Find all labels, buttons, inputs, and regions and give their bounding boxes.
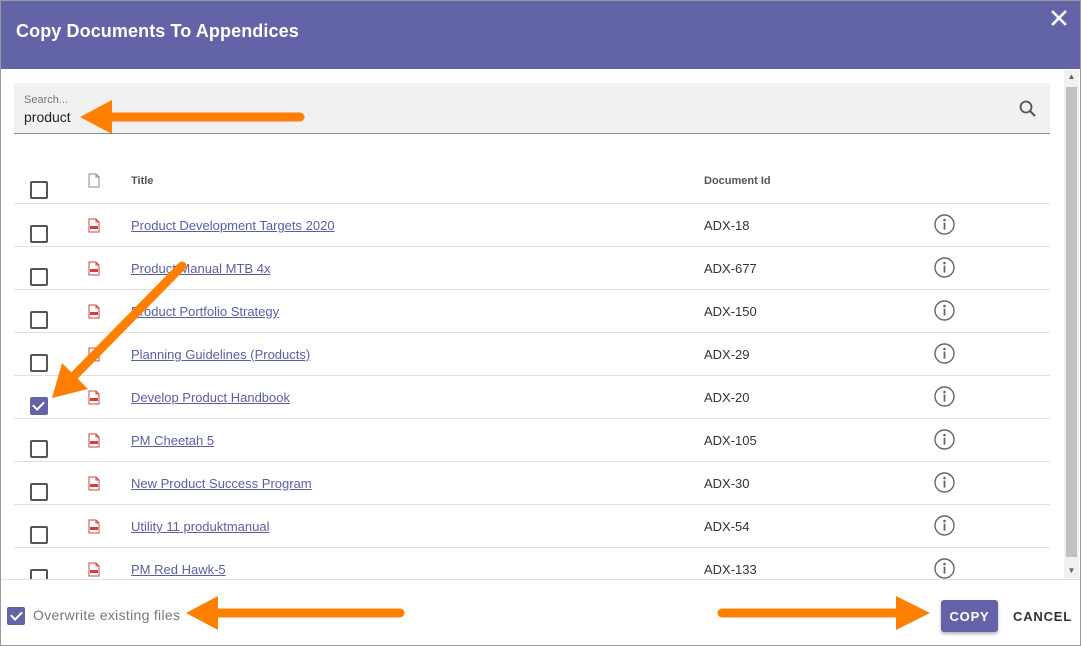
pdf-document-icon: [88, 476, 100, 491]
document-id: ADX-29: [704, 347, 750, 362]
document-title-link[interactable]: PM Red Hawk-5: [131, 562, 226, 577]
pdf-document-icon: [88, 218, 100, 233]
table-row[interactable]: Develop Product Handbook ADX-20: [14, 376, 1050, 419]
overwrite-checkbox[interactable]: [7, 607, 25, 625]
table-row[interactable]: Utility 11 produktmanual ADX-54: [14, 505, 1050, 548]
column-header-title[interactable]: Title: [131, 175, 153, 187]
copy-button[interactable]: COPY: [941, 600, 998, 632]
dialog-title: Copy Documents To Appendices: [16, 21, 299, 41]
search-label: Search...: [24, 94, 69, 106]
info-icon[interactable]: [934, 343, 955, 364]
info-icon[interactable]: [934, 300, 955, 321]
info-icon[interactable]: [934, 386, 955, 407]
document-id: ADX-105: [704, 433, 757, 448]
row-checkbox[interactable]: [30, 397, 48, 415]
search-input[interactable]: product: [24, 109, 71, 125]
document-title-link[interactable]: Product Portfolio Strategy: [131, 304, 279, 319]
info-icon[interactable]: [934, 472, 955, 493]
row-checkbox[interactable]: [30, 526, 48, 544]
document-title-link[interactable]: Develop Product Handbook: [131, 390, 290, 405]
document-id: ADX-18: [704, 218, 750, 233]
overwrite-label[interactable]: Overwrite existing files: [33, 607, 180, 623]
table-row[interactable]: Product Portfolio Strategy ADX-150: [14, 290, 1050, 333]
document-id: ADX-133: [704, 562, 757, 577]
table-row[interactable]: Product Development Targets 2020 ADX-18: [14, 204, 1050, 247]
document-title-link[interactable]: Planning Guidelines (Products): [131, 347, 310, 362]
document-id: ADX-54: [704, 519, 750, 534]
search-icon[interactable]: [1018, 99, 1038, 119]
document-id: ADX-20: [704, 390, 750, 405]
pdf-document-icon: [88, 261, 100, 276]
column-header-document-id[interactable]: Document Id: [704, 175, 771, 187]
pdf-document-icon: [88, 390, 100, 405]
document-id: ADX-30: [704, 476, 750, 491]
info-icon[interactable]: [934, 429, 955, 450]
document-column-icon: [88, 173, 100, 193]
dialog-footer: Overwrite existing files COPY CANCEL: [1, 579, 1080, 645]
row-checkbox[interactable]: [30, 354, 48, 372]
row-checkbox[interactable]: [30, 268, 48, 286]
pdf-document-icon: [88, 562, 100, 577]
document-title-link[interactable]: Product Development Targets 2020: [131, 218, 335, 233]
document-title-link[interactable]: New Product Success Program: [131, 476, 312, 491]
info-icon[interactable]: [934, 558, 955, 579]
scrollbar[interactable]: ▲ ▼: [1064, 70, 1079, 578]
info-icon[interactable]: [934, 257, 955, 278]
table-row[interactable]: Product Manual MTB 4x ADX-677: [14, 247, 1050, 290]
scroll-up-icon[interactable]: ▲: [1064, 70, 1079, 84]
row-checkbox[interactable]: [30, 483, 48, 501]
row-checkbox[interactable]: [30, 440, 48, 458]
document-title-link[interactable]: PM Cheetah 5: [131, 433, 214, 448]
row-checkbox[interactable]: [30, 311, 48, 329]
copy-documents-dialog: Copy Documents To Appendices Search... p…: [0, 0, 1081, 646]
table-header: Title Document Id: [14, 161, 1050, 204]
info-icon[interactable]: [934, 515, 955, 536]
pdf-document-icon: [88, 433, 100, 448]
pdf-document-icon: [88, 304, 100, 319]
table-row[interactable]: New Product Success Program ADX-30: [14, 462, 1050, 505]
select-all-checkbox[interactable]: [30, 181, 48, 199]
cancel-button[interactable]: CANCEL: [1007, 600, 1073, 632]
row-checkbox[interactable]: [30, 225, 48, 243]
info-icon[interactable]: [934, 214, 955, 235]
search-field[interactable]: Search... product: [14, 83, 1050, 134]
scroll-down-icon[interactable]: ▼: [1064, 564, 1079, 578]
document-title-link[interactable]: Utility 11 produktmanual: [131, 519, 270, 534]
table-row[interactable]: PM Cheetah 5 ADX-105: [14, 419, 1050, 462]
pdf-document-icon: [88, 519, 100, 534]
dialog-header: Copy Documents To Appendices: [1, 1, 1080, 69]
document-title-link[interactable]: Product Manual MTB 4x: [131, 261, 270, 276]
close-icon[interactable]: [1047, 6, 1071, 30]
pdf-document-icon: [88, 347, 100, 362]
document-id: ADX-150: [704, 304, 757, 319]
document-id: ADX-677: [704, 261, 757, 276]
table-row[interactable]: Planning Guidelines (Products) ADX-29: [14, 333, 1050, 376]
scroll-thumb[interactable]: [1066, 87, 1077, 557]
